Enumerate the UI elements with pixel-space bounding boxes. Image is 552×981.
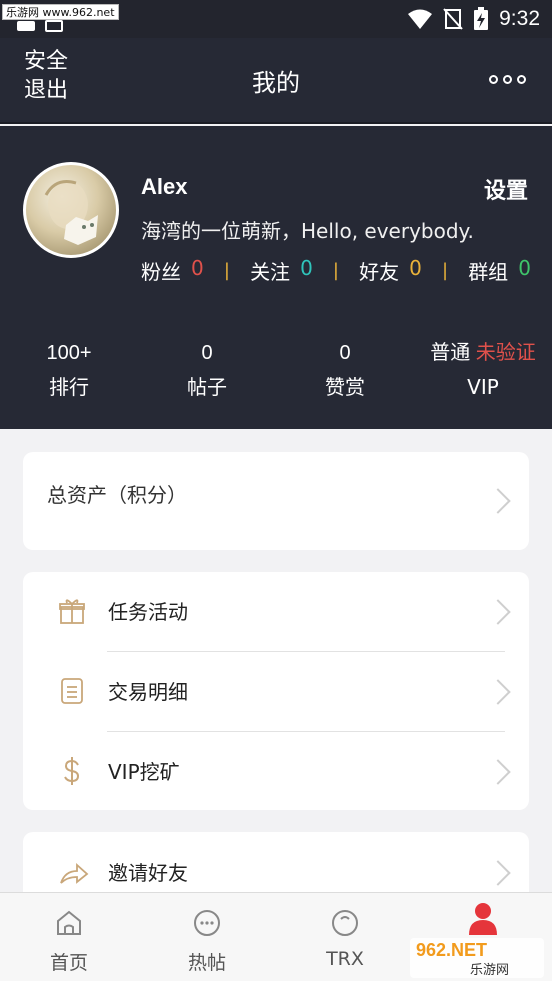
metric-value: 100+ <box>46 342 92 364</box>
stat-label: 群组 <box>468 260 509 284</box>
profile-icon <box>469 903 497 935</box>
status-bar: 乐游网 www.962.net 9:32 <box>0 0 552 38</box>
separator: | <box>223 260 230 281</box>
stat-fans[interactable]: 粉丝 0 <box>141 256 204 285</box>
metric-label: 帖子 <box>187 375 227 399</box>
social-stats: 粉丝 0 | 关注 0 | 好友 0 | 群组 0 <box>141 256 531 285</box>
menu-item-transactions[interactable]: 交易明细 <box>23 652 529 732</box>
battery-charging-icon <box>474 7 489 30</box>
separator: | <box>441 260 449 281</box>
watermark: 乐游网 www.962.net <box>2 4 119 20</box>
chevron-right-icon <box>485 860 511 886</box>
metric-posts[interactable]: 0 帖子 <box>138 336 276 404</box>
stat-label: 粉丝 <box>141 260 181 284</box>
no-signal-icon <box>443 8 463 30</box>
stat-label: 好友 <box>359 260 400 284</box>
tab-trx[interactable]: TRX <box>276 893 414 981</box>
tab-label: TRX <box>326 948 364 970</box>
metric-value: 0 <box>201 342 213 364</box>
chat-icon <box>194 910 220 936</box>
chevron-right-icon <box>485 679 511 705</box>
chevron-right-icon <box>485 759 511 785</box>
more-icon[interactable] <box>489 75 526 84</box>
menu-item-label: 交易明细 <box>108 680 188 704</box>
stat-following[interactable]: 关注 0 <box>250 256 313 285</box>
invite-label: 邀请好友 <box>108 861 188 885</box>
status-time: 9:32 <box>499 7 540 30</box>
menu-item-vip-mining[interactable]: VIP挖矿 <box>23 732 529 812</box>
tab-label: 首页 <box>49 952 88 974</box>
wifi-icon <box>408 9 433 29</box>
message-icon <box>45 20 63 32</box>
stat-value: 0 <box>518 256 531 280</box>
bio: 海湾的一位萌新，Hello, everybody. <box>141 219 474 243</box>
metric-label: VIP <box>467 375 499 399</box>
avatar[interactable] <box>23 162 119 258</box>
document-icon <box>61 678 83 704</box>
site-logo: 962.NET 乐游网 <box>410 938 544 978</box>
top-bar: 安全退出 我的 <box>0 38 552 124</box>
profile-section: Alex 设置 海湾的一位萌新，Hello, everybody. 粉丝 0 |… <box>0 126 552 429</box>
menu-card: 任务活动 交易明细 VIP挖矿 <box>23 572 529 810</box>
metric-rewards[interactable]: 0 赞赏 <box>276 336 414 404</box>
chevron-right-icon <box>485 488 511 514</box>
metric-vip[interactable]: 普通 未验证 VIP <box>414 336 552 404</box>
stat-friends[interactable]: 好友 0 <box>359 256 422 285</box>
tab-home[interactable]: 首页 <box>0 893 138 981</box>
metric-label: 排行 <box>49 375 89 399</box>
vip-tier: 普通 <box>430 342 471 364</box>
stat-value: 0 <box>300 256 313 280</box>
tab-label: 热帖 <box>187 952 226 974</box>
settings-button[interactable]: 设置 <box>484 173 528 205</box>
username: Alex <box>141 174 188 199</box>
tab-hot-posts[interactable]: 热帖 <box>138 893 276 981</box>
page-title: 我的 <box>252 69 300 97</box>
stat-value: 0 <box>191 256 204 280</box>
separator: | <box>332 260 339 281</box>
notification-icon <box>17 21 35 31</box>
menu-item-label: 任务活动 <box>108 600 188 624</box>
share-icon <box>60 862 89 884</box>
menu-item-tasks[interactable]: 任务活动 <box>23 572 529 652</box>
metric-ranking[interactable]: 100+ 排行 <box>0 336 138 404</box>
assets-label: 总资产（积分） <box>47 483 187 507</box>
logo-text: 962.NET <box>416 940 487 960</box>
chevron-right-icon <box>485 599 511 625</box>
assets-card[interactable]: 总资产（积分） <box>23 452 529 550</box>
gift-icon <box>59 599 85 624</box>
stat-label: 关注 <box>250 260 291 284</box>
vip-status: 普通 未验证 <box>414 336 552 370</box>
stat-value: 0 <box>409 256 422 280</box>
metric-value: 0 <box>339 342 351 364</box>
avatar-image <box>44 180 98 245</box>
logo-subtext: 乐游网 <box>470 963 509 978</box>
vip-verification: 未验证 <box>475 342 536 364</box>
trx-icon <box>332 910 358 936</box>
profile-metrics: 100+ 排行 0 帖子 0 赞赏 普通 未验证 VIP <box>0 336 552 404</box>
metric-label: 赞赏 <box>325 375 365 399</box>
stat-groups[interactable]: 群组 0 <box>468 256 531 285</box>
menu-item-label: VIP挖矿 <box>108 760 180 784</box>
dollar-icon <box>64 757 80 785</box>
home-icon <box>57 910 81 935</box>
